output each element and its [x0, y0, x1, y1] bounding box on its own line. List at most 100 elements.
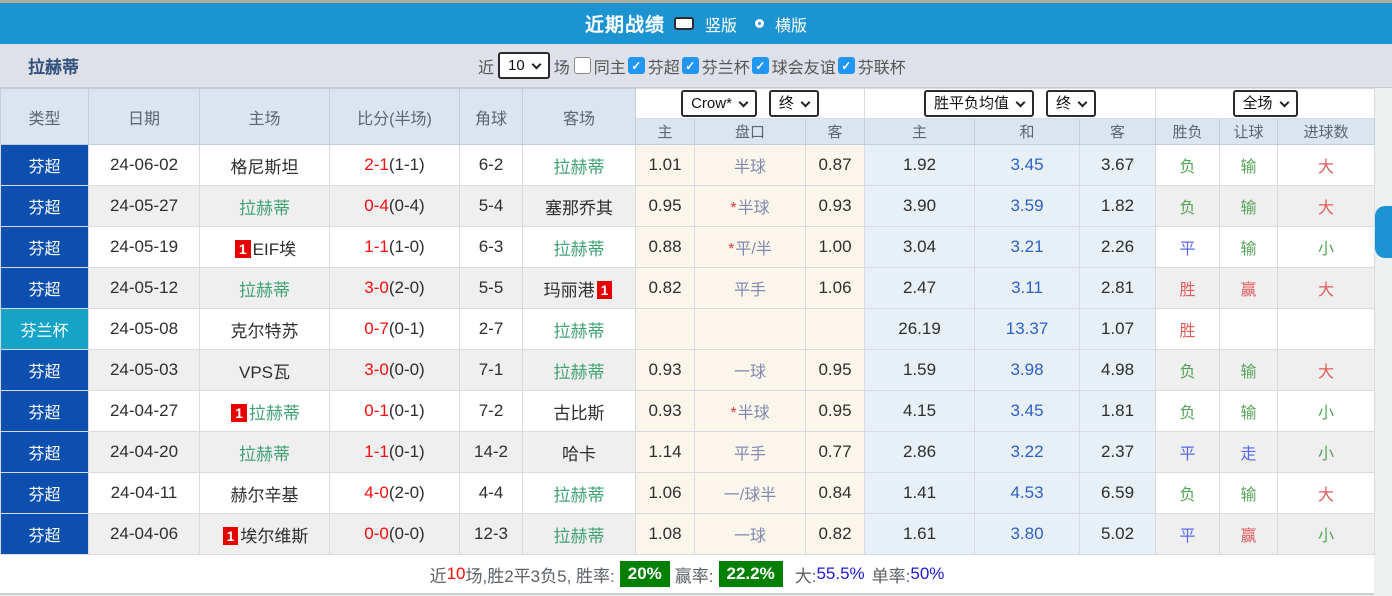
away-team-cell: 哈卡 [523, 432, 636, 473]
checkbox-item-fin-cup[interactable]: ✓芬兰杯 [682, 54, 752, 78]
single-value: 50% [910, 564, 944, 584]
match-row: 芬超24-05-27拉赫蒂0-4(0-4)5-4塞那乔其0.95*半球0.933… [1, 186, 1375, 227]
radio-unselected-icon[interactable] [755, 19, 764, 28]
corner-cell: 7-2 [460, 391, 523, 432]
avg-home-odds: 1.92 [865, 145, 975, 186]
avg-type-select[interactable]: 胜平负均值 [924, 90, 1034, 117]
match-row: 芬超24-04-271拉赫蒂0-1(0-1)7-2古比斯0.93*半球0.954… [1, 391, 1375, 432]
away-team-cell: 拉赫蒂 [523, 514, 636, 555]
home-team-cell: 拉赫蒂 [200, 432, 330, 473]
result-outcome: 平 [1156, 227, 1220, 268]
radio-label-horizontal[interactable]: 横版 [775, 12, 807, 36]
avg-draw-odds: 3.21 [975, 227, 1080, 268]
result-outcome: 负 [1156, 350, 1220, 391]
side-panel-handle[interactable] [1375, 206, 1392, 258]
handicap-line: 一/球半 [695, 473, 806, 514]
radio-label-vertical[interactable]: 竖版 [705, 12, 737, 36]
unchecked-checkbox-icon[interactable] [574, 57, 591, 74]
avg-draw-odds: 4.53 [975, 473, 1080, 514]
league-badge: 芬超 [1, 350, 89, 391]
bookmaker-select[interactable]: Crow* [681, 90, 757, 117]
handicap-line: 平手 [695, 432, 806, 473]
handicap-line [695, 309, 806, 350]
checkbox-item-fin-super[interactable]: ✓芬超 [628, 54, 682, 78]
league-badge: 芬超 [1, 473, 89, 514]
date-cell: 24-05-19 [89, 227, 200, 268]
changed-line-asterisk: * [728, 241, 734, 258]
score-cell: 1-1(1-0) [330, 227, 460, 268]
handicap-away-odds: 0.84 [806, 473, 865, 514]
result-goals: 大 [1278, 186, 1375, 227]
corner-cell: 5-4 [460, 186, 523, 227]
odds-rate-badge: 22.2% [719, 561, 783, 587]
home-team-cell: 赫尔辛基 [200, 473, 330, 514]
league-badge: 芬超 [1, 514, 89, 555]
handicap-home-odds: 1.08 [636, 514, 695, 555]
checked-checkbox-icon[interactable]: ✓ [682, 57, 699, 74]
title-bar: 近期战绩 竖版 横版 [0, 0, 1392, 44]
home-team-cell: 克尔特苏 [200, 309, 330, 350]
away-team-cell: 拉赫蒂 [523, 309, 636, 350]
col-header-score: 比分(半场) [330, 89, 460, 145]
away-team-cell: 拉赫蒂 [523, 145, 636, 186]
sub-header-handicap-away: 客 [806, 119, 865, 145]
handicap-home-odds [636, 309, 695, 350]
match-row: 芬超24-04-061埃尔维斯0-0(0-0)12-3拉赫蒂1.08一球0.82… [1, 514, 1375, 555]
league-badge: 芬超 [1, 391, 89, 432]
corner-cell: 12-3 [460, 514, 523, 555]
avg-away-odds: 2.81 [1080, 268, 1156, 309]
summary-count: 10 [447, 564, 466, 584]
score-cell: 2-1(1-1) [330, 145, 460, 186]
avg-home-odds: 4.15 [865, 391, 975, 432]
match-count-select[interactable]: 10 [498, 52, 550, 79]
league-badge: 芬超 [1, 432, 89, 473]
checkbox-item-same-venue[interactable]: 同主 [574, 54, 628, 78]
avg-draw-odds: 3.45 [975, 391, 1080, 432]
handicap-line: 平手 [695, 268, 806, 309]
date-cell: 24-04-11 [89, 473, 200, 514]
date-cell: 24-04-27 [89, 391, 200, 432]
home-team-cell: 1EIF埃 [200, 227, 330, 268]
odds-rate-label: 赢率: [675, 562, 714, 587]
handicap-line: 一球 [695, 514, 806, 555]
scope-select-cell: 全场 [1156, 89, 1375, 119]
handicap-home-odds: 1.01 [636, 145, 695, 186]
results-tbody: 芬超24-06-02格尼斯坦2-1(1-1)6-2拉赫蒂1.01半球0.871.… [1, 145, 1375, 555]
chevron-down-icon [1078, 97, 1088, 107]
result-outcome: 胜 [1156, 268, 1220, 309]
col-header-home: 主场 [200, 89, 330, 145]
sub-header-handicap-result: 让球 [1220, 119, 1278, 145]
checkbox-item-club-friendly[interactable]: ✓球会友谊 [752, 54, 838, 78]
avg-draw-odds: 3.80 [975, 514, 1080, 555]
scope-select[interactable]: 全场 [1233, 90, 1298, 117]
checkbox-item-fin-league-cup[interactable]: ✓芬联杯 [838, 54, 908, 78]
home-team-cell: 格尼斯坦 [200, 145, 330, 186]
handicap-line: 一球 [695, 350, 806, 391]
summary-bar: 近10场,胜2平3负5, 胜率: 20% 赢率: 22.2% 大:55.5% 单… [0, 555, 1374, 595]
changed-line-asterisk: * [730, 200, 736, 217]
handicap-away-odds: 0.95 [806, 350, 865, 391]
checked-checkbox-icon[interactable]: ✓ [628, 57, 645, 74]
handicap-stage-select[interactable]: 终 [769, 90, 819, 117]
result-handicap: 赢 [1220, 268, 1278, 309]
league-badge: 芬超 [1, 186, 89, 227]
match-row: 芬超24-05-03VPS瓦3-0(0-0)7-1拉赫蒂0.93一球0.951.… [1, 350, 1375, 391]
avg-stage-select[interactable]: 终 [1046, 90, 1096, 117]
away-team-cell: 拉赫蒂 [523, 350, 636, 391]
league-badge: 芬兰杯 [1, 309, 89, 350]
radio-selected-icon[interactable] [674, 17, 694, 30]
checked-checkbox-icon[interactable]: ✓ [838, 57, 855, 74]
avg-home-odds: 3.04 [865, 227, 975, 268]
away-team-cell: 古比斯 [523, 391, 636, 432]
result-goals: 小 [1278, 432, 1375, 473]
result-handicap: 输 [1220, 391, 1278, 432]
checked-checkbox-icon[interactable]: ✓ [752, 57, 769, 74]
corner-cell: 6-2 [460, 145, 523, 186]
avg-select-cell: 胜平负均值 终 [865, 89, 1156, 119]
handicap-away-odds: 1.06 [806, 268, 865, 309]
result-goals: 大 [1278, 145, 1375, 186]
results-table: 类型 日期 主场 比分(半场) 角球 客场 Crow* 终 [0, 88, 1375, 555]
avg-away-odds: 6.59 [1080, 473, 1156, 514]
handicap-home-odds: 0.93 [636, 391, 695, 432]
avg-home-odds: 1.41 [865, 473, 975, 514]
